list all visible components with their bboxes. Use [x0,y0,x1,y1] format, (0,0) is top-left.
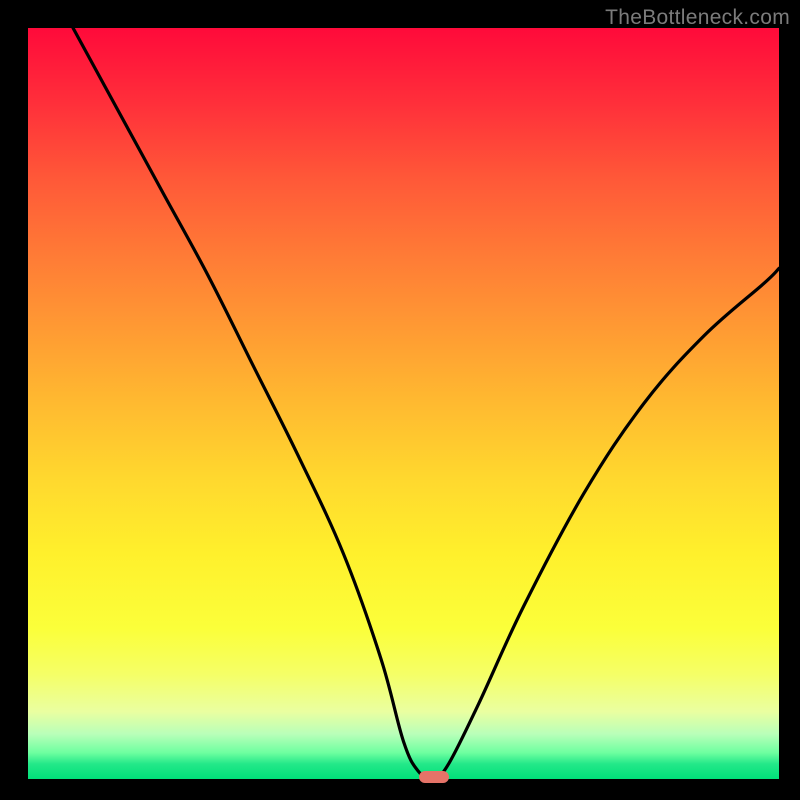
chart-frame: TheBottleneck.com [0,0,800,800]
bottleneck-curve [0,0,800,800]
minimum-marker [419,771,449,783]
watermark-text: TheBottleneck.com [605,6,790,30]
